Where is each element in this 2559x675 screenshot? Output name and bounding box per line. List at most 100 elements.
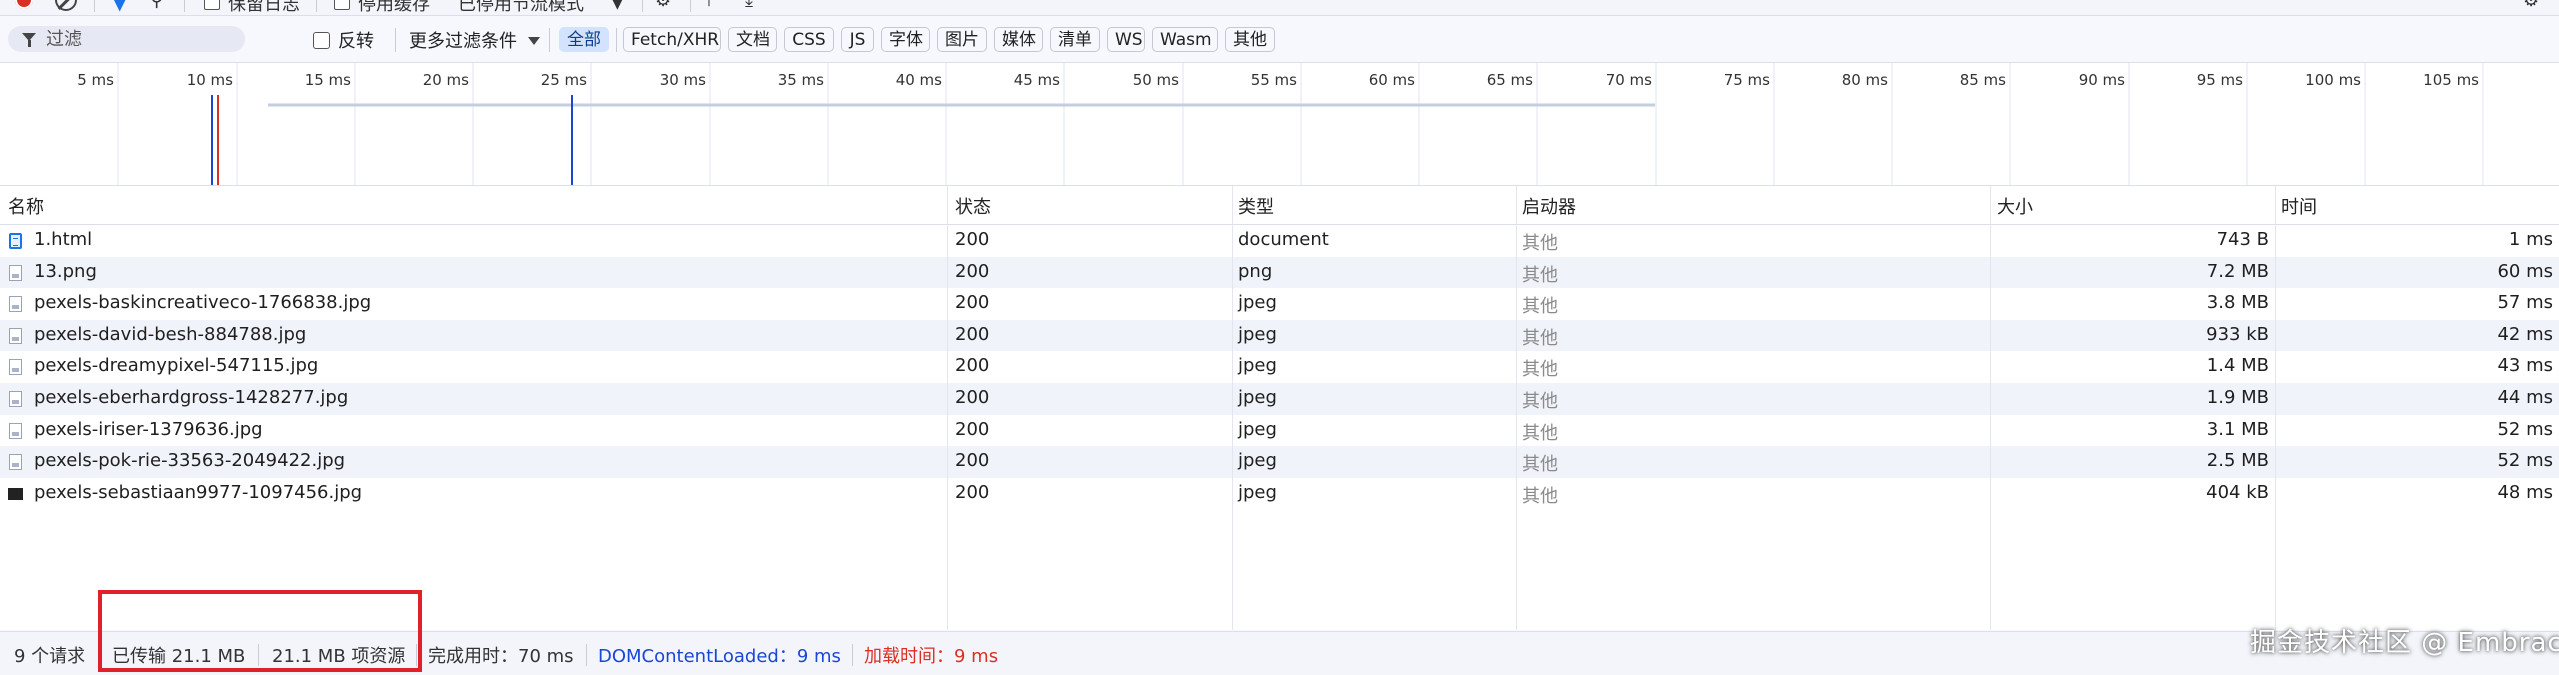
- column-header-time[interactable]: 时间: [2281, 193, 2317, 219]
- watermark: 掘金技术社区 @ Embrace: [2250, 628, 2559, 658]
- column-header-type[interactable]: 类型: [1238, 193, 1274, 219]
- row-time: 42 ms: [2497, 323, 2553, 345]
- toolbar-divider: [184, 0, 185, 12]
- timeline-overview[interactable]: 5 ms 10 ms 15 ms 20 ms 25 ms 30 ms 35 ms 40 ms 4…: [0, 63, 2559, 186]
- row-name[interactable]: pexels-eberhardgross-1428277.jpg: [34, 387, 348, 408]
- table-row[interactable]: pexels-iriser-1379636.jpg 200 jpeg 其他 3.1 MB…: [0, 415, 2559, 447]
- table-row[interactable]: pexels-pok-rie-33563-2049422.jpg 200 jpeg 其…: [0, 446, 2559, 478]
- row-size: 404 kB: [2206, 481, 2269, 503]
- row-type: jpeg: [1238, 450, 1277, 472]
- timeline-tick-label: 95 ms: [2197, 71, 2243, 89]
- column-header-name[interactable]: 名称: [8, 193, 44, 219]
- network-conditions-icon[interactable]: ⚙: [655, 0, 671, 11]
- type-filter-fetch-xhr[interactable]: Fetch/XHR: [623, 27, 721, 52]
- row-status: 200: [955, 260, 990, 282]
- table-row[interactable]: 13.png 200 png 其他 7.2 MB 60 ms: [0, 256, 2559, 289]
- preserve-log-checkbox[interactable]: [204, 0, 220, 10]
- row-status: 200: [955, 292, 990, 314]
- column-header-status[interactable]: 状态: [955, 193, 991, 219]
- row-time: 60 ms: [2497, 260, 2553, 282]
- type-filter-js[interactable]: JS: [841, 27, 874, 52]
- table-row[interactable]: pexels-david-besh-884788.jpg 200 jpeg 其他 933…: [0, 319, 2559, 352]
- toolbar-divider: [316, 0, 317, 12]
- network-toolbar: ▼ ⚲ 保留日志 停用缓存 已停用节流模式 ▼ ⚙ ⤒ ⤓ ⚙: [0, 0, 2559, 16]
- row-name[interactable]: pexels-david-besh-884788.jpg: [34, 324, 306, 345]
- table-row[interactable]: pexels-baskincreativeco-1766838.jpg 200 jp…: [0, 288, 2559, 320]
- row-initiator: 其他: [1522, 454, 1558, 476]
- requests-table: 名称 状态 类型 启动器 大小 时间 1.html 200 document 其他 74…: [0, 186, 2559, 630]
- row-name[interactable]: pexels-dreamypixel-547115.jpg: [34, 355, 318, 376]
- type-filter-other[interactable]: 其他: [1225, 27, 1275, 52]
- row-initiator: 其他: [1522, 485, 1558, 507]
- filter-funnel-icon: [22, 33, 36, 47]
- type-filter-wasm[interactable]: Wasm: [1152, 27, 1218, 52]
- table-body: 1.html 200 document 其他 743 B 1 ms 13.png 200 png…: [0, 225, 2559, 509]
- row-name[interactable]: 13.png: [34, 261, 97, 282]
- throttling-select[interactable]: 已停用节流模式: [458, 0, 584, 15]
- more-filters-dropdown[interactable]: 更多过滤条件: [409, 27, 517, 53]
- settings-gear-icon[interactable]: ⚙: [2523, 0, 2539, 11]
- import-har-icon[interactable]: ⤒: [705, 0, 713, 11]
- export-har-icon[interactable]: ⤓: [745, 0, 753, 11]
- type-filter-media[interactable]: 媒体: [994, 27, 1043, 52]
- column-header-size[interactable]: 大小: [1997, 193, 2033, 219]
- row-time: 52 ms: [2497, 450, 2553, 472]
- toolbar-divider: [690, 0, 691, 12]
- dom-content-loaded-time: DOMContentLoaded：9 ms: [598, 646, 841, 667]
- type-filter-ws[interactable]: WS: [1107, 27, 1145, 52]
- chevron-down-icon[interactable]: [528, 37, 540, 45]
- table-row[interactable]: 1.html 200 document 其他 743 B 1 ms: [0, 225, 2559, 257]
- type-filter-manifest[interactable]: 清单: [1050, 27, 1100, 52]
- table-header: 名称 状态 类型 启动器 大小 时间: [0, 186, 2559, 225]
- row-size: 743 B: [2216, 229, 2269, 250]
- record-icon[interactable]: [15, 0, 33, 9]
- column-header-initiator[interactable]: 启动器: [1522, 193, 1576, 219]
- image-icon: [9, 264, 22, 281]
- highlight-annotation-box: [98, 590, 422, 672]
- chevron-down-icon[interactable]: ▼: [612, 0, 623, 12]
- disable-cache-label: 停用缓存: [358, 0, 430, 15]
- row-name[interactable]: pexels-pok-rie-33563-2049422.jpg: [34, 450, 345, 471]
- row-time: 44 ms: [2497, 386, 2553, 408]
- image-icon: [9, 422, 22, 439]
- type-filter-all[interactable]: 全部: [559, 27, 609, 52]
- row-time: 52 ms: [2497, 418, 2553, 440]
- type-filter-img[interactable]: 图片: [937, 27, 987, 52]
- filter-input[interactable]: [46, 26, 236, 52]
- filter-divider: [395, 28, 396, 52]
- row-initiator: 其他: [1522, 296, 1558, 318]
- type-filter-doc[interactable]: 文档: [728, 27, 777, 52]
- row-name[interactable]: pexels-sebastiaan9977-1097456.jpg: [34, 482, 362, 503]
- type-filter-css[interactable]: CSS: [784, 27, 834, 52]
- table-row[interactable]: pexels-sebastiaan9977-1097456.jpg 200 jpeg…: [0, 478, 2559, 510]
- timeline-tick-label: 60 ms: [1369, 71, 1415, 89]
- finish-time: 完成用时：70 ms: [428, 646, 574, 667]
- filter-box[interactable]: [8, 26, 245, 52]
- image-dark-icon: [8, 487, 23, 500]
- row-size: 3.1 MB: [2206, 418, 2269, 440]
- row-size: 1.9 MB: [2206, 386, 2269, 408]
- toolbar-divider: [642, 0, 643, 12]
- row-initiator: 其他: [1522, 359, 1558, 381]
- search-icon[interactable]: ⚲: [150, 0, 163, 11]
- timeline-tick-label: 30 ms: [660, 71, 706, 89]
- row-type: jpeg: [1238, 292, 1277, 314]
- row-name[interactable]: pexels-baskincreativeco-1766838.jpg: [34, 292, 371, 313]
- row-name[interactable]: 1.html: [34, 229, 92, 250]
- row-name[interactable]: pexels-iriser-1379636.jpg: [34, 419, 263, 440]
- timeline-tick-label: 100 ms: [2305, 71, 2361, 89]
- row-initiator: 其他: [1522, 264, 1558, 286]
- filter-toggle-icon[interactable]: ▼: [112, 0, 127, 14]
- clear-icon[interactable]: [55, 0, 77, 11]
- timeline-tick-label: 90 ms: [2079, 71, 2125, 89]
- type-filter-font[interactable]: 字体: [881, 27, 930, 52]
- row-status: 200: [955, 229, 990, 250]
- table-row[interactable]: pexels-eberhardgross-1428277.jpg 200 jpeg 其…: [0, 382, 2559, 415]
- image-icon: [9, 359, 22, 376]
- timeline-tick-label: 25 ms: [541, 71, 587, 89]
- invert-checkbox[interactable]: [313, 32, 330, 49]
- table-row[interactable]: pexels-dreamypixel-547115.jpg 200 jpeg 其他 1.…: [0, 351, 2559, 383]
- row-type: document: [1238, 229, 1329, 250]
- disable-cache-checkbox[interactable]: [334, 0, 350, 10]
- row-initiator: 其他: [1522, 390, 1558, 412]
